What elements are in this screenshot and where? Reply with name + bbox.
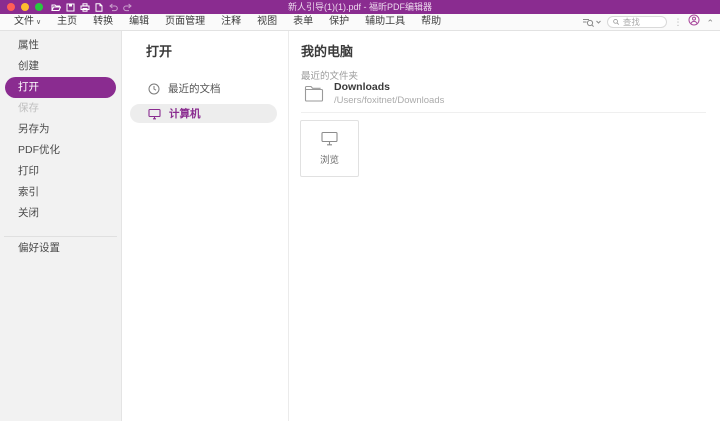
find-searchbox[interactable]: [607, 16, 667, 28]
collapse-toolbar-icon[interactable]: ⌃: [706, 18, 714, 29]
menubar: 文件∨ 主页 转换 编辑 页面管理 注释 视图 表单 保护 辅助工具 帮助 ⋮ …: [0, 14, 720, 31]
folder-texts: Downloads /Users/foxitnet/Downloads: [334, 81, 444, 106]
open-file-icon[interactable]: [51, 3, 61, 12]
sidebar-item-save: 保存: [0, 98, 121, 119]
find-options-icon[interactable]: [582, 17, 601, 28]
sidebar-item-create[interactable]: 创建: [0, 56, 121, 77]
folder-path: /Users/foxitnet/Downloads: [334, 95, 444, 106]
quick-access-toolbar: [51, 3, 133, 12]
computer-panel: 我的电脑 最近的文件夹 Downloads /Users/foxitnet/Do…: [289, 31, 720, 421]
find-input[interactable]: [623, 17, 662, 27]
sidebar-item-pdf-optimize[interactable]: PDF优化: [0, 140, 121, 161]
browse-label: 浏览: [320, 152, 339, 166]
sidebar-item-index[interactable]: 索引: [0, 182, 121, 203]
open-item-label: 最近的文档: [168, 81, 221, 96]
sidebar-item-properties[interactable]: 属性: [0, 35, 121, 56]
menu-convert[interactable]: 转换: [85, 14, 121, 30]
clock-icon: [148, 83, 160, 95]
menu-home[interactable]: 主页: [49, 14, 85, 30]
sidebar-item-print[interactable]: 打印: [0, 161, 121, 182]
open-item-recent-documents[interactable]: 最近的文档: [122, 79, 288, 98]
more-options-icon[interactable]: ⋮: [673, 17, 682, 27]
computer-panel-title: 我的电脑: [301, 41, 353, 60]
monitor-icon: [321, 131, 338, 146]
computer-icon: [148, 108, 161, 120]
minimize-window-button[interactable]: [21, 3, 29, 11]
file-sidebar: 属性 创建 打开 保存 另存为 PDF优化 打印 索引 关闭 偏好设置: [0, 31, 122, 421]
open-panel-title: 打开: [146, 41, 172, 60]
menu-page-management[interactable]: 页面管理: [157, 14, 213, 30]
browse-button[interactable]: 浏览: [300, 120, 359, 177]
open-item-computer[interactable]: 计算机: [130, 104, 277, 123]
sidebar-item-close[interactable]: 关闭: [0, 203, 121, 224]
recent-folder-item[interactable]: Downloads /Users/foxitnet/Downloads: [304, 81, 704, 106]
traffic-lights: [7, 3, 43, 11]
menu-help[interactable]: 帮助: [413, 14, 449, 30]
sidebar-item-open[interactable]: 打开: [5, 77, 116, 98]
menu-file[interactable]: 文件∨: [6, 14, 49, 31]
save-icon[interactable]: [66, 3, 75, 12]
account-icon[interactable]: [688, 13, 700, 31]
sidebar-item-save-as[interactable]: 另存为: [0, 119, 121, 140]
foxit-pdf-editor-window: 新人引导(1)(1).pdf - 福昕PDF编辑器 文件∨ 主页 转换 编辑 页…: [0, 0, 720, 421]
menu-accessibility-tools[interactable]: 辅助工具: [357, 14, 413, 30]
new-document-icon[interactable]: [95, 3, 103, 12]
menu-view[interactable]: 视图: [249, 14, 285, 30]
chevron-down-icon: ∨: [36, 19, 41, 26]
sidebar-item-preferences[interactable]: 偏好设置: [0, 238, 121, 259]
folder-icon: [304, 85, 324, 102]
titlebar: 新人引导(1)(1).pdf - 福昕PDF编辑器: [0, 0, 720, 14]
menubar-right-controls: ⋮ ⌃: [582, 13, 720, 31]
menu-edit[interactable]: 编辑: [121, 14, 157, 30]
recent-folders-label: 最近的文件夹: [301, 68, 358, 82]
menu-form[interactable]: 表单: [285, 14, 321, 30]
redo-icon[interactable]: [123, 3, 133, 12]
menu-comment[interactable]: 注释: [213, 14, 249, 30]
sidebar-divider: [4, 236, 117, 237]
open-item-label: 计算机: [169, 106, 201, 121]
print-icon[interactable]: [80, 3, 90, 12]
undo-icon[interactable]: [108, 3, 118, 12]
open-location-list: 最近的文档 计算机: [122, 79, 288, 129]
folder-name: Downloads: [334, 81, 444, 93]
menu-protect[interactable]: 保护: [321, 14, 357, 30]
backstage: 属性 创建 打开 保存 另存为 PDF优化 打印 索引 关闭 偏好设置 打开 最…: [0, 31, 720, 421]
close-window-button[interactable]: [7, 3, 15, 11]
zoom-window-button[interactable]: [35, 3, 43, 11]
open-panel: 打开 最近的文档 计算机: [122, 31, 289, 421]
folder-list-divider: [301, 112, 706, 113]
search-icon: [613, 18, 619, 26]
